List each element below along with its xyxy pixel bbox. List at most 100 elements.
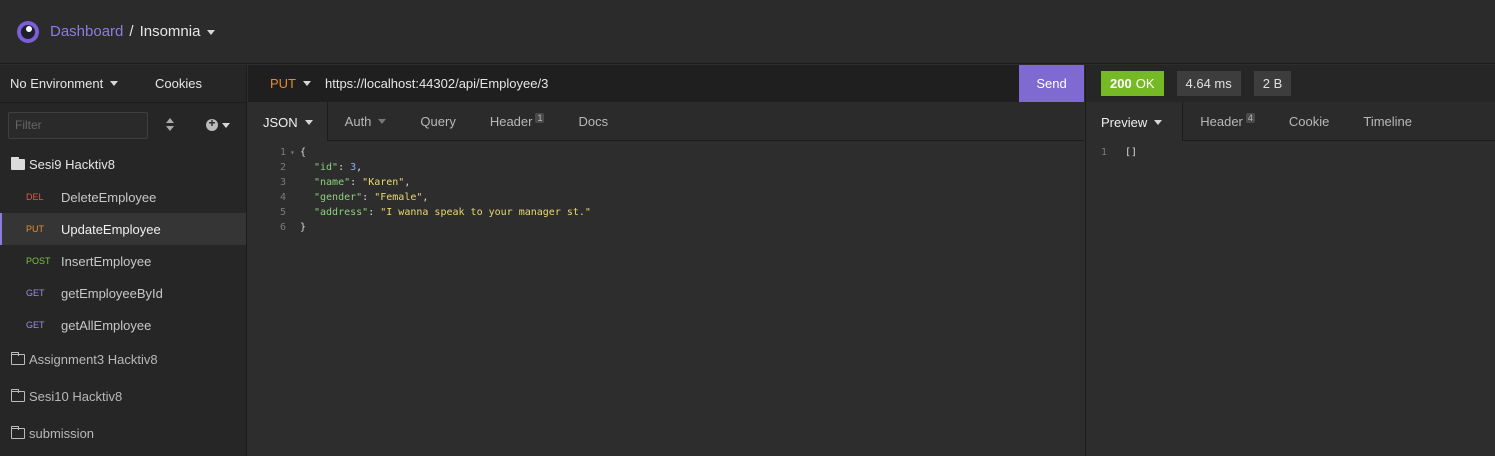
code-line: 6 }	[248, 220, 306, 235]
response-time-badge: 4.64 ms	[1176, 71, 1241, 96]
filter-row	[0, 103, 246, 147]
tab-docs[interactable]: Docs	[561, 102, 625, 141]
request-name: getAllEmployee	[61, 317, 152, 333]
tab-cookie[interactable]: Cookie	[1272, 102, 1346, 141]
header-count-badge: 1	[535, 112, 545, 123]
line-number: 1	[279, 147, 286, 158]
insomnia-logo-icon[interactable]	[17, 20, 39, 43]
environment-dropdown[interactable]: No Environment	[10, 76, 119, 91]
folder-label: Assignment3 Hacktiv8	[29, 352, 158, 367]
line-number: 1	[1100, 147, 1107, 158]
json-key: "name"	[314, 177, 351, 188]
request-name: UpdateEmployee	[61, 221, 161, 237]
request-item-insert-employee[interactable]: POST InsertEmployee	[0, 245, 246, 277]
tab-label: JSON	[263, 114, 298, 130]
cookies-button[interactable]: Cookies	[155, 76, 202, 91]
folder-icon	[11, 389, 25, 402]
folder-sesi9[interactable]: Sesi9 Hacktiv8	[0, 147, 246, 181]
tab-preview[interactable]: Preview	[1086, 102, 1184, 142]
code-line: 1 []	[1086, 145, 1137, 160]
tab-timeline[interactable]: Timeline	[1346, 102, 1429, 141]
tab-header[interactable]: Header 1	[473, 102, 562, 141]
method-badge: POST	[26, 256, 51, 266]
json-key: "gender"	[314, 192, 363, 203]
json-key: "address"	[314, 207, 369, 218]
code-line: 3 "name": "Karen",	[248, 175, 410, 190]
request-item-delete-employee[interactable]: DEL DeleteEmployee	[0, 181, 246, 213]
method-badge: GET	[26, 288, 45, 298]
line-number: 5	[279, 207, 286, 218]
line-number: 3	[279, 177, 286, 188]
sidebar: No Environment Cookies Sesi9 Hacktiv8 DE…	[0, 65, 247, 456]
folder-icon	[11, 426, 25, 439]
chevron-down-icon	[1154, 119, 1163, 125]
sort-icon[interactable]	[164, 117, 176, 133]
request-item-update-employee[interactable]: PUT UpdateEmployee	[0, 213, 246, 245]
request-tabs: JSON Auth Query Header 1 Docs	[248, 102, 1084, 142]
breadcrumb: Dashboard / Insomnia	[50, 23, 216, 40]
line-number: 4	[279, 192, 286, 203]
request-item-get-employee-by-id[interactable]: GET getEmployeeById	[0, 277, 246, 309]
folder-label: Sesi10 Hacktiv8	[29, 389, 123, 404]
folder-submission[interactable]: submission	[0, 415, 246, 452]
workspace-label: Insomnia	[139, 23, 201, 40]
url-bar: PUT https://localhost:44302/api/Employee…	[248, 65, 1084, 102]
folder-open-icon	[11, 156, 25, 170]
chevron-down-icon	[303, 81, 311, 86]
response-size-badge: 2 B	[1253, 71, 1292, 96]
chevron-down-icon	[378, 119, 387, 124]
line-number: 6	[279, 222, 286, 233]
code-line: 2 "id": 3,	[248, 160, 362, 175]
header-count-badge: 4	[1245, 112, 1255, 123]
json-close-brace: }	[300, 222, 307, 233]
json-value: "Karen"	[362, 177, 405, 188]
request-name: DeleteEmployee	[61, 189, 157, 205]
chevron-down-icon[interactable]	[222, 122, 230, 128]
json-open-brace: {	[300, 147, 307, 158]
tab-label: Auth	[344, 114, 372, 129]
code-line: 4 "gender": "Female",	[248, 190, 428, 205]
chevron-down-icon	[207, 29, 216, 35]
chevron-down-icon	[110, 81, 119, 86]
tab-json[interactable]: JSON	[248, 102, 328, 142]
breadcrumb-dashboard-link[interactable]: Dashboard	[50, 23, 123, 40]
fold-arrow-icon[interactable]: ▾	[290, 148, 300, 157]
url-input[interactable]: https://localhost:44302/api/Employee/3	[325, 76, 1019, 91]
chevron-down-icon	[304, 119, 313, 125]
tab-auth[interactable]: Auth	[328, 102, 404, 141]
breadcrumb-separator: /	[129, 23, 134, 40]
method-badge: PUT	[26, 224, 44, 234]
tab-label: Preview	[1101, 114, 1148, 130]
folder-sesi10[interactable]: Sesi10 Hacktiv8	[0, 378, 246, 415]
folder-label: Sesi9 Hacktiv8	[29, 156, 115, 172]
filter-input[interactable]	[8, 111, 148, 139]
environment-label: No Environment	[10, 76, 104, 91]
tab-response-header[interactable]: Header 4	[1183, 102, 1272, 141]
response-body-viewer[interactable]: 1 []	[1085, 141, 1495, 456]
response-content: []	[1125, 147, 1138, 158]
line-number: 2	[279, 162, 286, 173]
code-line: 1 ▾ {	[248, 145, 306, 160]
request-name: getEmployeeById	[61, 285, 163, 301]
tab-label: Header	[489, 114, 533, 129]
method-dropdown[interactable]: PUT	[270, 76, 311, 91]
method-label: PUT	[270, 76, 296, 91]
request-body-editor[interactable]: 1 ▾ { 2 "id": 3, 3 "name": "Karen", 4 "g…	[248, 141, 1084, 456]
method-badge: DEL	[26, 192, 44, 202]
status-code: 200	[1110, 76, 1132, 91]
request-name: InsertEmployee	[61, 253, 152, 269]
workspace-dropdown[interactable]: Insomnia	[140, 23, 216, 40]
add-plus-icon[interactable]	[206, 116, 218, 131]
status-badge: 200 OK	[1101, 71, 1164, 96]
request-item-get-all-employee[interactable]: GET getAllEmployee	[0, 309, 246, 341]
folder-icon	[11, 352, 25, 365]
code-line: 5 "address": "I wanna speak to your mana…	[248, 205, 591, 220]
folder-label: submission	[29, 426, 95, 441]
method-badge: GET	[26, 320, 45, 330]
top-header: Dashboard / Insomnia	[0, 0, 1495, 64]
folder-assignment3[interactable]: Assignment3 Hacktiv8	[0, 341, 246, 378]
status-text: OK	[1135, 76, 1155, 91]
tab-query[interactable]: Query	[403, 102, 472, 141]
response-status-bar: 200 OK 4.64 ms 2 B	[1085, 65, 1495, 102]
send-button[interactable]: Send	[1019, 65, 1084, 102]
